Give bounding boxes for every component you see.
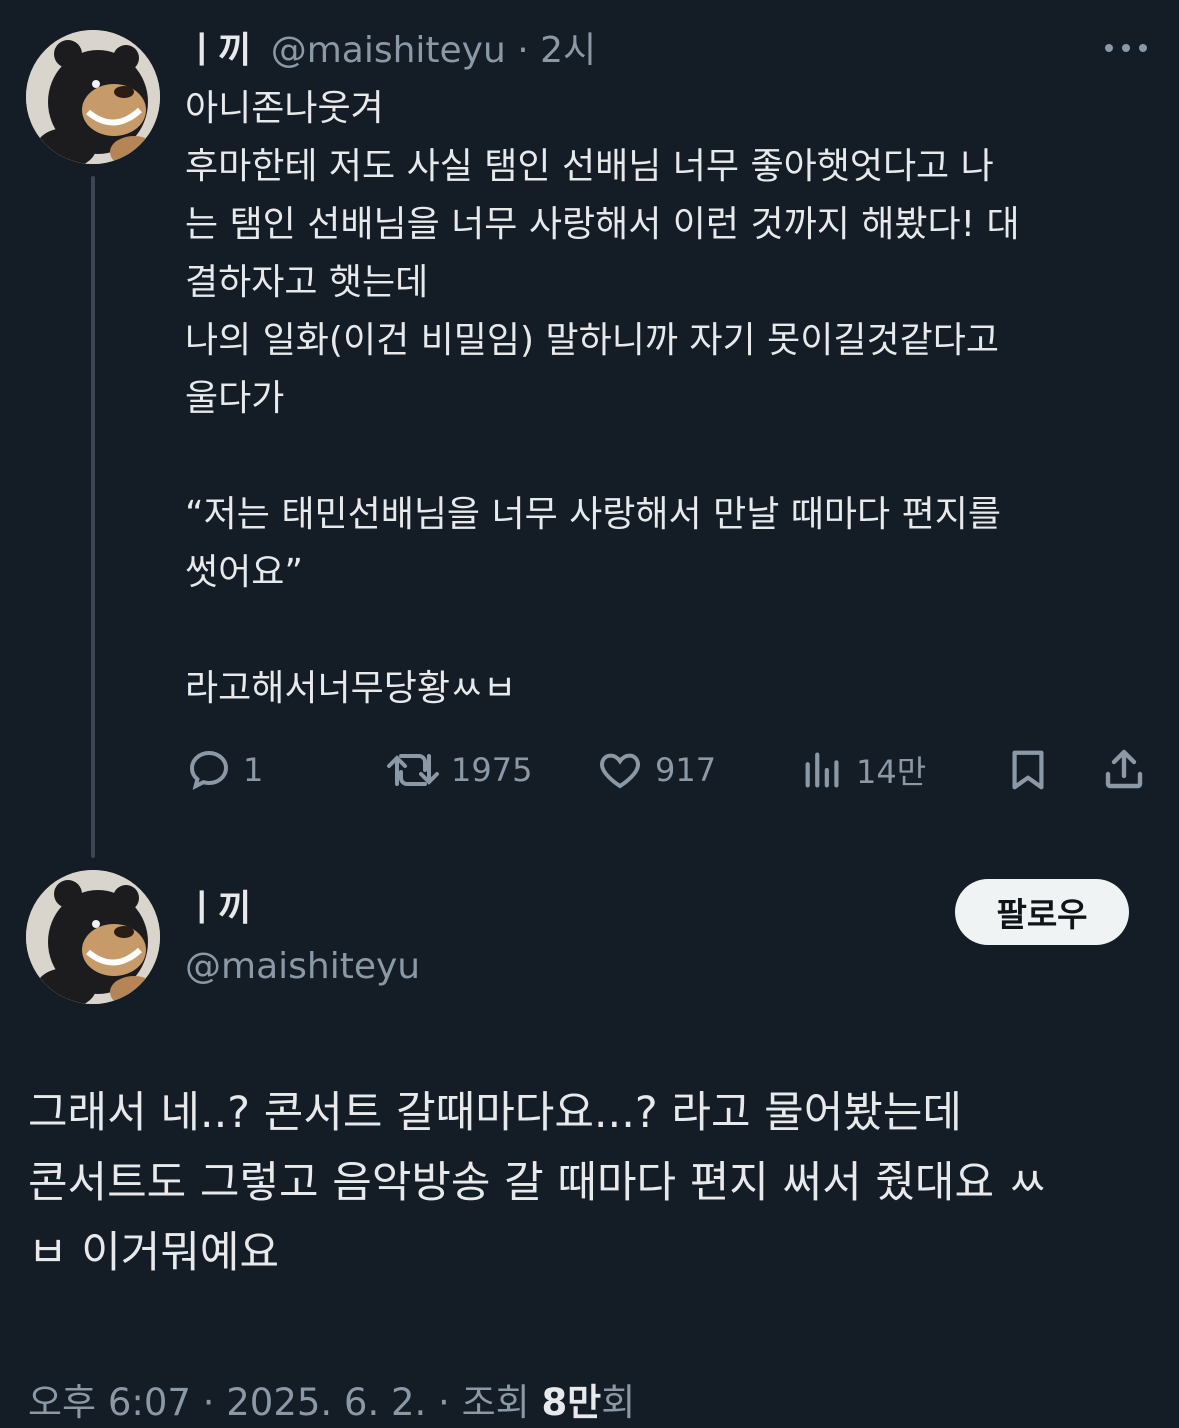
bookmark-button[interactable] xyxy=(1005,742,1061,798)
retweet-button[interactable]: 1975 xyxy=(385,742,532,798)
like-button[interactable]: 917 xyxy=(595,742,716,798)
tweet-actions-bar: 1 1975 917 14만 xyxy=(185,742,1155,798)
reply-tweet-text: 아니존나웃겨후마한테 저도 사실 탬인 선배님 너무 좋아햇엇다고 나는 탬인 … xyxy=(185,80,1160,718)
views-count: 14만 xyxy=(856,753,927,791)
retweet-count: 1975 xyxy=(451,751,533,789)
reply-button[interactable]: 1 xyxy=(185,742,263,798)
reply-count: 1 xyxy=(243,751,264,789)
avatar[interactable] xyxy=(26,30,160,164)
display-name[interactable]: ㅣ끼 xyxy=(185,884,251,934)
tweet-time[interactable]: 2시 xyxy=(540,30,596,71)
more-options-icon[interactable] xyxy=(1101,38,1151,58)
avatar[interactable] xyxy=(26,870,160,1004)
text-line: 울다가 xyxy=(185,378,285,419)
text-line: 그래서 네..? 콘서트 갈때마다요...? 라고 물어봤는데 xyxy=(28,1088,962,1138)
separator: · xyxy=(505,30,541,71)
follow-button[interactable]: 팔로우 xyxy=(955,879,1129,945)
views-suffix: 회 xyxy=(601,1381,636,1424)
tweet-date[interactable]: 2025. 6. 2. xyxy=(226,1381,426,1424)
views-chart-icon xyxy=(805,752,839,788)
handle[interactable]: @maishiteyu xyxy=(271,30,506,71)
text-line: 나의 일화(이건 비밀임) 말하니까 자기 못이길것같다고 xyxy=(185,320,999,361)
separator: · xyxy=(426,1381,462,1424)
views-prefix: 조회 xyxy=(461,1381,542,1424)
handle[interactable]: @maishiteyu xyxy=(185,942,420,992)
text-line: ㅂ 이거뭐예요 xyxy=(28,1228,280,1278)
bookmark-icon xyxy=(1012,750,1044,790)
tweet-thread: ㅣ끼 @maishiteyu · 2시 아니존나웃겨후마한테 저도 사실 탬인 … xyxy=(0,0,1179,1428)
views-button[interactable]: 14만 xyxy=(800,742,926,798)
thread-line xyxy=(91,176,95,858)
reply-icon xyxy=(189,750,229,791)
like-count: 917 xyxy=(655,751,717,789)
text-line: 후마한테 저도 사실 탬인 선배님 너무 좋아햇엇다고 나 xyxy=(185,146,994,187)
share-icon xyxy=(1105,749,1143,789)
reply-tweet-header: ㅣ끼 @maishiteyu · 2시 xyxy=(185,26,596,76)
bear-avatar-image xyxy=(26,870,160,1004)
retweet-icon xyxy=(387,754,439,786)
main-tweet-text: 그래서 네..? 콘서트 갈때마다요...? 라고 물어봤는데콘서트도 그렇고 … xyxy=(28,1078,1158,1288)
tweet-meta: 오후 6:07 · 2025. 6. 2. · 조회 8만회 xyxy=(28,1372,635,1426)
views-count: 8만 xyxy=(541,1381,602,1424)
text-line: 결하자고 햇는데 xyxy=(185,262,429,303)
share-button[interactable] xyxy=(1100,742,1158,798)
heart-icon xyxy=(600,753,640,789)
display-name[interactable]: ㅣ끼 xyxy=(185,30,251,71)
text-line: “저는 태민선배님을 너무 사랑해서 만날 때마다 편지를 xyxy=(185,494,1001,535)
text-line: 라고해서너무당황ㅆㅂ xyxy=(185,668,517,709)
text-line: 썻어요” xyxy=(185,552,304,593)
separator: · xyxy=(190,1381,227,1424)
text-line: 는 탬인 선배님을 너무 사랑해서 이런 것까지 해봤다! 대 xyxy=(185,204,1020,245)
tweet-time[interactable]: 오후 6:07 xyxy=(28,1381,191,1424)
text-line: 아니존나웃겨 xyxy=(185,88,384,129)
text-line: 콘서트도 그렇고 음악방송 갈 때마다 편지 써서 줬대요 ㅆ xyxy=(28,1158,1048,1208)
bear-avatar-image xyxy=(26,30,160,164)
